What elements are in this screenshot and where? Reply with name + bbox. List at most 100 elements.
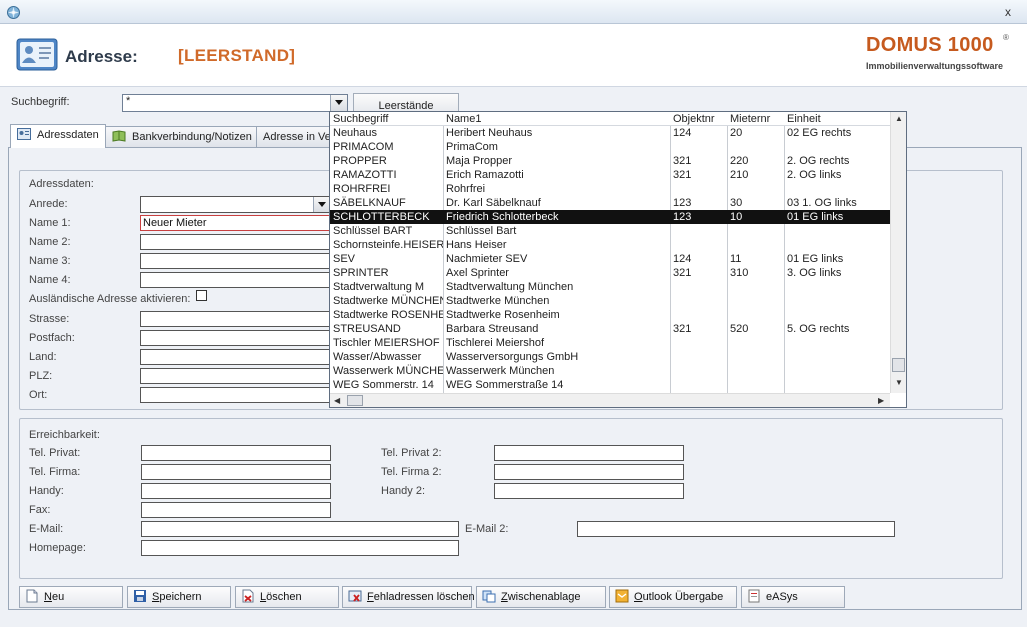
dropdown-row[interactable]: Neuhaus Heribert Neuhaus 124 20 02 EG rechts [330,126,890,140]
dropdown-hscroll-thumb[interactable] [347,395,363,406]
clipboard-button[interactable]: Zwischenablage [476,586,606,608]
zip-input[interactable] [140,368,330,384]
name2-input[interactable] [140,234,330,250]
street-input[interactable] [140,311,330,327]
dropdown-cell: Dr. Karl Säbelknauf [446,197,541,209]
email2-label: E-Mail 2: [465,523,509,535]
dropdown-cell: Neuhaus [333,127,378,139]
dropdown-row[interactable]: PRIMACOM PrimaCom [330,140,890,154]
email2-input[interactable] [577,521,895,537]
scroll-up-icon[interactable]: ▲ [895,114,903,123]
tel-private2-input[interactable] [494,445,684,461]
column-header[interactable]: Mieternr [730,112,784,126]
country-input[interactable] [140,349,330,365]
easys-button-label: eASys [766,591,798,603]
dropdown-cell: Wasser/Abwasser [333,351,422,363]
search-dropdown-list[interactable]: Suchbegriff Name1 Objektnr Mieternr Einheit N… [329,111,907,408]
dropdown-cell: RAMAZOTTI [333,169,397,181]
dropdown-vertical-scrollbar[interactable]: ▲ ▼ [890,112,906,393]
dropdown-cell: 01 EG links [787,211,844,223]
scroll-left-icon[interactable]: ◀ [334,396,340,405]
dropdown-row[interactable]: WEG Sommerstr. 14 WEG Sommerstraße 14 [330,378,890,392]
dropdown-scroll-thumb[interactable] [892,358,905,372]
name1-input[interactable]: Neuer Mieter [140,215,330,231]
homepage-input[interactable] [141,540,459,556]
foreign-address-checkbox[interactable] [196,290,207,301]
close-icon[interactable]: x [1001,5,1015,19]
app-icon [7,6,20,19]
new-button[interactable]: Neu [19,586,123,608]
save-disk-icon [134,590,146,602]
postbox-input[interactable] [140,330,330,346]
new-button-label: eu [51,591,65,603]
dropdown-header: Suchbegriff Name1 Objektnr Mieternr Einheit [330,112,890,126]
dropdown-row[interactable]: Stadtverwaltung M Stadtverwaltung München [330,280,890,294]
tab-adresse-in-verwendung[interactable]: Adresse in Ver [256,126,336,147]
city-input[interactable] [140,387,330,403]
dropdown-cell: SÄBELKNAUF [333,197,406,209]
save-button[interactable]: Speichern [127,586,231,608]
dropdown-row[interactable]: STREUSAND Barbara Streusand 321 520 5. OG re… [330,322,890,336]
dropdown-row[interactable]: Stadtwerke MÜNCHEN Stadtwerke München [330,294,890,308]
anrede-select[interactable] [140,196,330,213]
dropdown-row[interactable]: SCHLOTTERBECK Friedrich Schlotterbeck 123 1… [330,210,890,224]
city-label: Ort: [29,389,48,401]
dropdown-row[interactable]: Stadtwerke ROSENHEIMStadtwerke Rosenheim [330,308,890,322]
foreign-address-label: Ausländische Adresse aktivieren: [29,293,191,305]
tab-adressdaten[interactable]: Adressdaten [10,124,106,148]
dropdown-row[interactable]: Tischler MEIERSHOF Tischlerei Meiershof [330,336,890,350]
anrede-dropdown-button[interactable] [313,197,329,212]
email-input[interactable] [141,521,459,537]
fax-input[interactable] [141,502,331,518]
name3-input[interactable] [140,253,330,269]
column-header[interactable]: Suchbegriff [333,112,443,126]
column-header[interactable]: Name1 [446,112,668,126]
dropdown-cell: ROHRFREI [333,183,391,195]
tab-bankverbindung[interactable]: Bankverbindung/Notizen [105,126,259,147]
dropdown-cell: 11 [730,253,742,265]
name4-input[interactable] [140,272,330,288]
tel-firm2-input[interactable] [494,464,684,480]
outlook-transfer-button[interactable]: Outlook Übergabe [609,586,737,608]
dropdown-cell: Stadtwerke München [446,295,550,307]
tel-private-input[interactable] [141,445,331,461]
delete-bad-addresses-button[interactable]: Fehladressen löschen [342,586,475,608]
mobile-label: Handy: [29,485,64,497]
scroll-down-icon[interactable]: ▼ [895,378,903,387]
column-header[interactable]: Objektnr [673,112,727,126]
scroll-right-icon[interactable]: ▶ [878,396,884,405]
column-header[interactable]: Einheit [787,112,887,126]
chevron-down-icon [335,100,343,105]
dropdown-row[interactable]: Wasser/Abwasser Wasserversorgungs GmbH [330,350,890,364]
dropdown-row[interactable]: RAMAZOTTI Erich Ramazotti 321 210 2. OG link… [330,168,890,182]
search-combobox[interactable] [122,94,348,112]
dropdown-cell: 5. OG rechts [787,323,850,335]
dropdown-cell: Stadtwerke ROSENHEIM [333,309,443,321]
book-icon [112,130,126,142]
dropdown-row[interactable]: Wasserwerk MÜNCHEN Wasserwerk München [330,364,890,378]
dropdown-horizontal-scrollbar[interactable]: ◀ ▶ [330,393,890,407]
search-input[interactable]: * [126,95,130,107]
delete-button[interactable]: Löschen [235,586,339,608]
dropdown-cell: Stadtwerke Rosenheim [446,309,560,321]
tel-firm-input[interactable] [141,464,331,480]
dropdown-row[interactable]: ROHRFREI Rohrfrei [330,182,890,196]
delete-bad-addresses-label: ehladressen löschen [373,591,475,603]
dropdown-cell: 321 [673,155,692,167]
dropdown-row[interactable]: SPRINTER Axel Sprinter 321 310 3. OG links [330,266,890,280]
dropdown-row[interactable]: Schornsteinfe.HEISER Hans Heiser [330,238,890,252]
mobile2-input[interactable] [494,483,684,499]
dropdown-row[interactable]: PROPPER Maja Propper 321 220 2. OG rechts [330,154,890,168]
dropdown-cell: 124 [673,253,692,265]
mobile-input[interactable] [141,483,331,499]
dropdown-row[interactable]: SÄBELKNAUF Dr. Karl Säbelknauf 123 30 03 1. … [330,196,890,210]
search-dropdown-button[interactable] [330,95,347,111]
dropdown-cell: Schlüssel BART [333,225,413,237]
dropdown-cell: PRIMACOM [333,141,394,153]
dropdown-cell: Axel Sprinter [446,267,509,279]
dropdown-row[interactable]: Schlüssel BART Schlüssel Bart [330,224,890,238]
dropdown-cell: 321 [673,267,692,279]
easys-button[interactable]: eASys [741,586,845,608]
dropdown-row[interactable]: SEV Nachmieter SEV 124 11 01 EG links [330,252,890,266]
tab-label: Bankverbindung/Notizen [132,131,252,143]
